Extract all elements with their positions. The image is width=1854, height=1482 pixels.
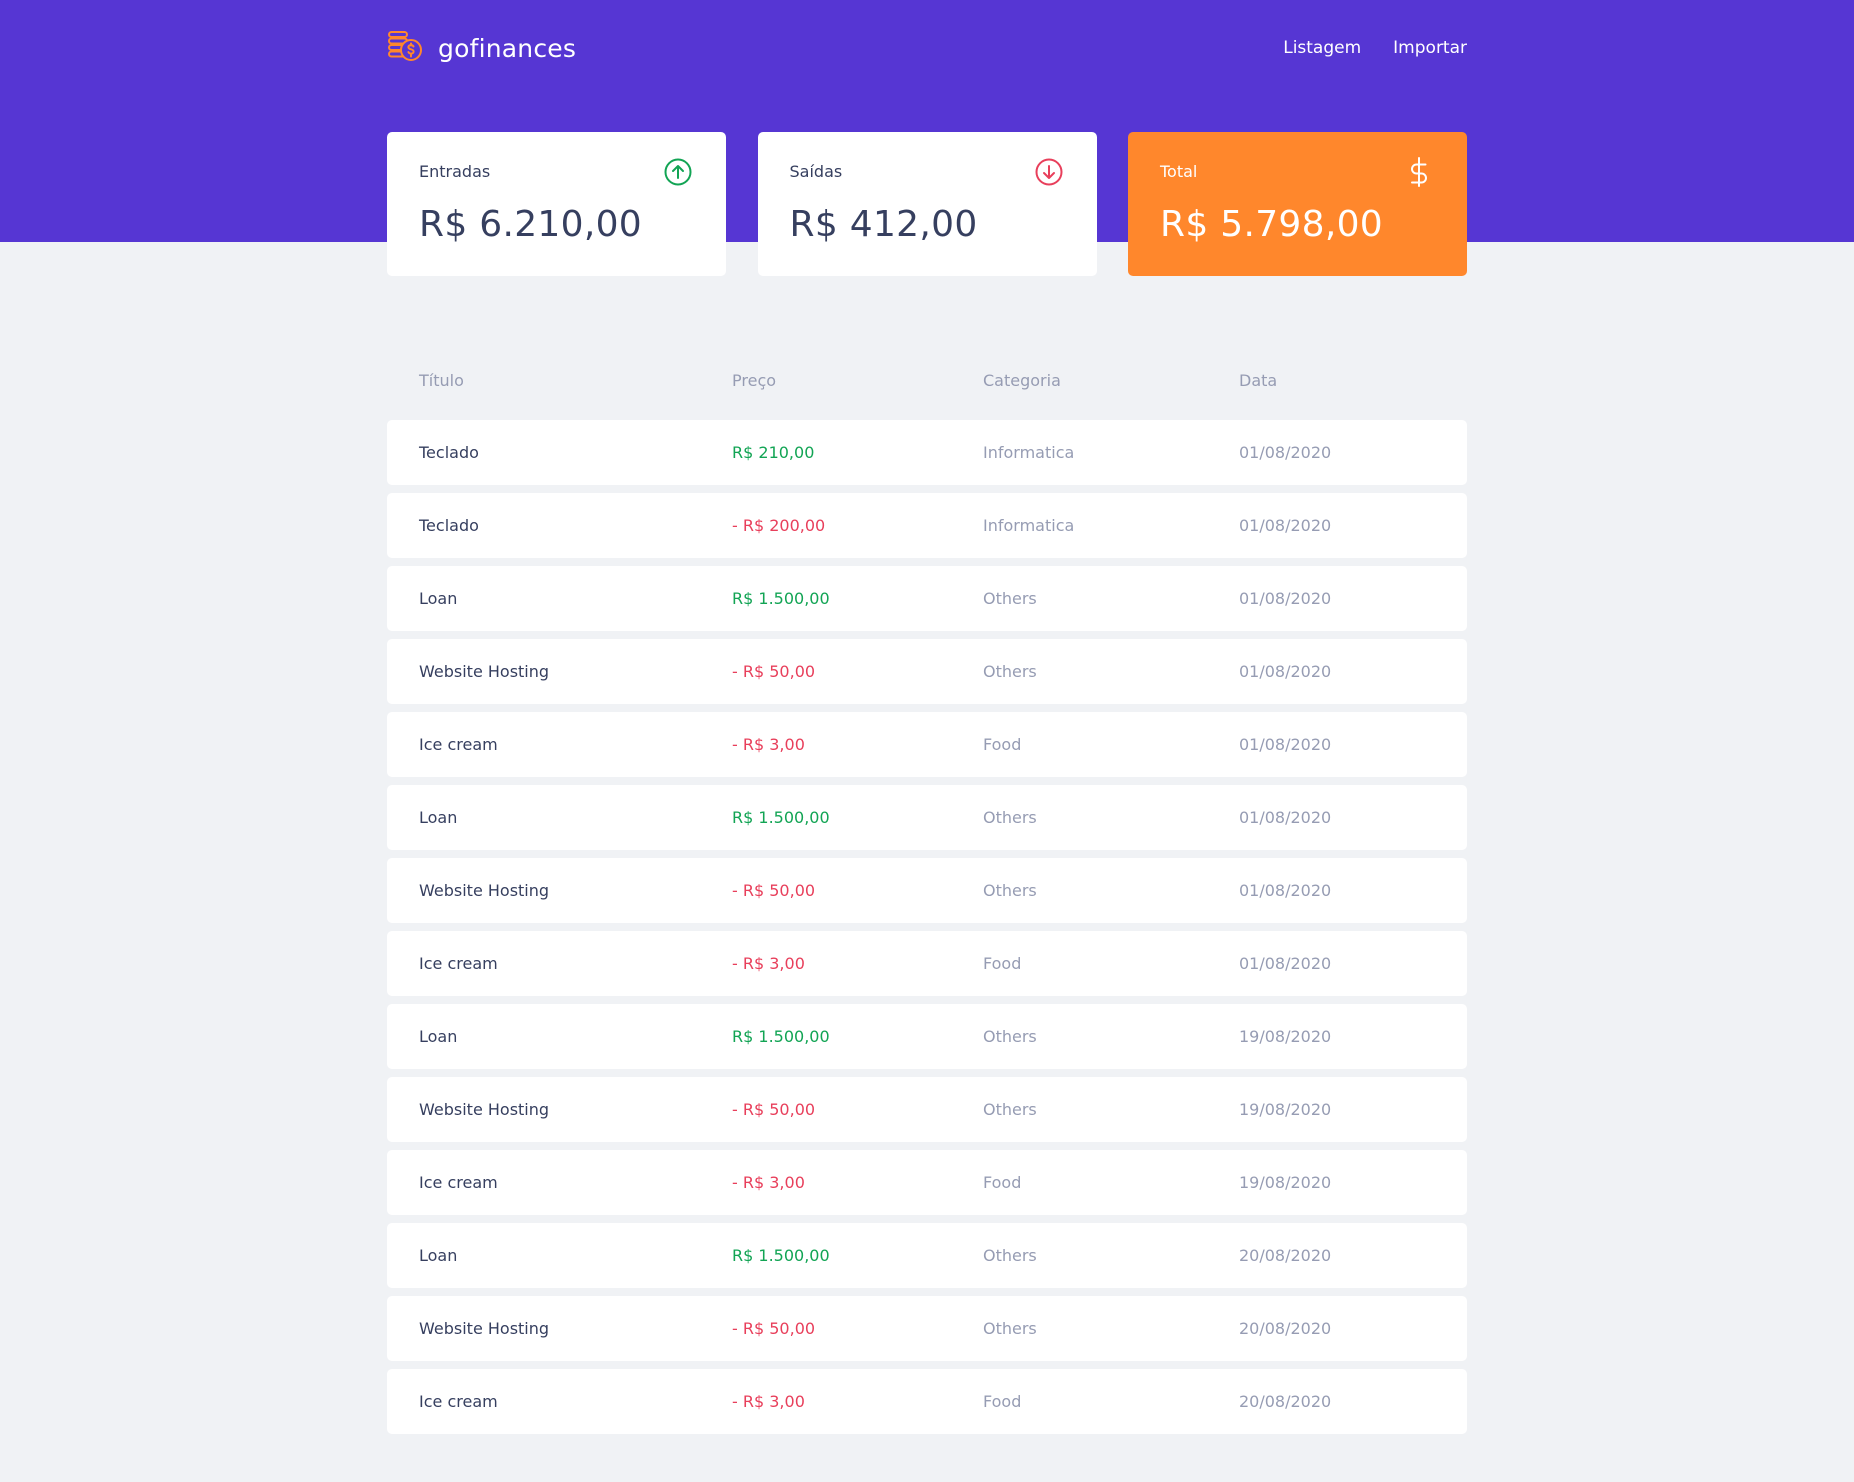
- transaction-title: Ice cream: [419, 735, 498, 754]
- outcome-label: Saídas: [789, 162, 843, 181]
- transaction-date: 20/08/2020: [1239, 1319, 1332, 1338]
- transaction-price: - R$ 50,00: [732, 1100, 816, 1119]
- transaction-price: - R$ 50,00: [732, 662, 816, 681]
- transaction-price: - R$ 3,00: [732, 954, 805, 973]
- transaction-date: 19/08/2020: [1239, 1027, 1332, 1046]
- transaction-title: Ice cream: [419, 1173, 498, 1192]
- transaction-category: Food: [983, 954, 1022, 973]
- arrow-up-circle-icon: [662, 156, 694, 188]
- table-row: Website Hosting - R$ 50,00 Others 01/08/202…: [387, 639, 1467, 704]
- transaction-date: 01/08/2020: [1239, 443, 1332, 462]
- transaction-category: Others: [983, 662, 1037, 681]
- table-row: Ice cream - R$ 3,00 Food 19/08/2020: [387, 1150, 1467, 1215]
- transaction-date: 19/08/2020: [1239, 1173, 1332, 1192]
- table-row: Loan R$ 1.500,00 Others 01/08/2020: [387, 566, 1467, 631]
- table-row: Loan R$ 1.500,00 Others 01/08/2020: [387, 785, 1467, 850]
- transaction-category: Others: [983, 1027, 1037, 1046]
- income-value: R$ 6.210,00: [419, 204, 642, 245]
- table-row: Ice cream - R$ 3,00 Food 20/08/2020: [387, 1369, 1467, 1434]
- income-card: Entradas R$ 6.210,00: [387, 132, 726, 276]
- transaction-price: - R$ 3,00: [732, 1392, 805, 1411]
- nav-link-importar[interactable]: Importar: [1393, 38, 1467, 58]
- transaction-price: - R$ 3,00: [732, 735, 805, 754]
- column-header-title: Título: [419, 370, 464, 390]
- transaction-price: R$ 1.500,00: [732, 589, 830, 608]
- nav-link-listagem[interactable]: Listagem: [1283, 38, 1361, 58]
- app-header: gofinances Listagem Importar: [387, 28, 1467, 68]
- transaction-title: Loan: [419, 1027, 458, 1046]
- column-header-category: Categoria: [983, 370, 1061, 390]
- logo[interactable]: gofinances: [387, 29, 576, 67]
- transaction-title: Website Hosting: [419, 881, 550, 900]
- transaction-date: 20/08/2020: [1239, 1246, 1332, 1265]
- transaction-title: Website Hosting: [419, 1319, 550, 1338]
- transaction-date: 01/08/2020: [1239, 954, 1332, 973]
- transaction-date: 19/08/2020: [1239, 1100, 1332, 1119]
- transaction-category: Food: [983, 1173, 1022, 1192]
- transaction-category: Others: [983, 1319, 1037, 1338]
- transaction-date: 01/08/2020: [1239, 516, 1332, 535]
- transaction-category: Others: [983, 589, 1037, 608]
- total-value: R$ 5.798,00: [1160, 204, 1383, 245]
- transaction-category: Informatica: [983, 516, 1075, 535]
- table-row: Ice cream - R$ 3,00 Food 01/08/2020: [387, 931, 1467, 996]
- transaction-title: Website Hosting: [419, 1100, 550, 1119]
- table-row: Website Hosting - R$ 50,00 Others 20/08/202…: [387, 1296, 1467, 1361]
- transaction-category: Others: [983, 1100, 1037, 1119]
- transaction-title: Ice cream: [419, 954, 498, 973]
- transaction-price: R$ 1.500,00: [732, 808, 830, 827]
- total-label: Total: [1160, 162, 1198, 181]
- transaction-price: R$ 210,00: [732, 443, 815, 462]
- table-body: Teclado R$ 210,00 Informatica 01/08/2020 Tec…: [387, 420, 1467, 1434]
- transaction-date: 20/08/2020: [1239, 1392, 1332, 1411]
- total-card: Total R$ 5.798,00: [1128, 132, 1467, 276]
- transaction-title: Website Hosting: [419, 662, 550, 681]
- table-row: Loan R$ 1.500,00 Others 20/08/2020: [387, 1223, 1467, 1288]
- transaction-price: R$ 1.500,00: [732, 1027, 830, 1046]
- transaction-category: Food: [983, 1392, 1022, 1411]
- table-row: Ice cream - R$ 3,00 Food 01/08/2020: [387, 712, 1467, 777]
- transaction-price: - R$ 3,00: [732, 1173, 805, 1192]
- coins-logo-icon: [387, 29, 423, 67]
- column-header-date: Data: [1239, 370, 1278, 390]
- outcome-card: Saídas R$ 412,00: [757, 132, 1097, 276]
- transaction-category: Others: [983, 881, 1037, 900]
- table-row: Loan R$ 1.500,00 Others 19/08/2020: [387, 1004, 1467, 1069]
- transaction-category: Food: [983, 735, 1022, 754]
- transaction-title: Loan: [419, 1246, 458, 1265]
- transaction-date: 01/08/2020: [1239, 808, 1332, 827]
- table-row: Website Hosting - R$ 50,00 Others 19/08/202…: [387, 1077, 1467, 1142]
- transaction-category: Others: [983, 1246, 1037, 1265]
- main-nav: Listagem Importar: [1251, 38, 1467, 58]
- table-row: Teclado R$ 210,00 Informatica 01/08/2020: [387, 420, 1467, 485]
- dollar-sign-icon: [1403, 156, 1435, 188]
- income-label: Entradas: [419, 162, 491, 181]
- transaction-title: Loan: [419, 808, 458, 827]
- table-header: Título Preço Categoria Data: [387, 360, 1467, 400]
- app-name: gofinances: [438, 33, 577, 63]
- transaction-title: Loan: [419, 589, 458, 608]
- outcome-value: R$ 412,00: [789, 204, 978, 245]
- arrow-down-circle-icon: [1033, 156, 1065, 188]
- table-row: Website Hosting - R$ 50,00 Others 01/08/202…: [387, 858, 1467, 923]
- transaction-price: R$ 1.500,00: [732, 1246, 830, 1265]
- transaction-title: Teclado: [419, 443, 479, 462]
- transaction-category: Informatica: [983, 443, 1075, 462]
- transactions-table: Título Preço Categoria Data Teclado R$ 21…: [387, 360, 1467, 1442]
- transaction-price: - R$ 200,00: [732, 516, 826, 535]
- transaction-date: 01/08/2020: [1239, 881, 1332, 900]
- table-row: Teclado - R$ 200,00 Informatica 01/08/2020: [387, 493, 1467, 558]
- transaction-title: Ice cream: [419, 1392, 498, 1411]
- summary-cards: Entradas R$ 6.210,00 Saídas R$ 412,00 To…: [387, 132, 1467, 276]
- transaction-date: 01/08/2020: [1239, 662, 1332, 681]
- transaction-date: 01/08/2020: [1239, 735, 1332, 754]
- transaction-title: Teclado: [419, 516, 479, 535]
- transaction-category: Others: [983, 808, 1037, 827]
- column-header-price: Preço: [732, 370, 777, 390]
- transaction-price: - R$ 50,00: [732, 881, 816, 900]
- transaction-price: - R$ 50,00: [732, 1319, 816, 1338]
- transaction-date: 01/08/2020: [1239, 589, 1332, 608]
